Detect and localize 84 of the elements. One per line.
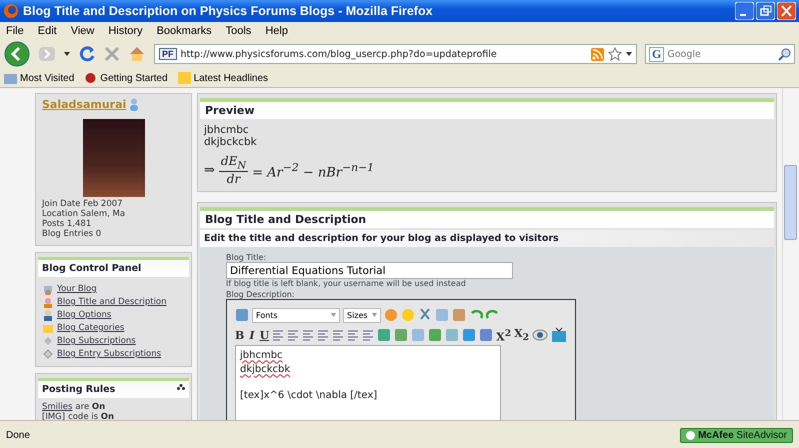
menu-item[interactable]: Tools — [226, 24, 252, 36]
caret-icon[interactable] — [64, 52, 70, 56]
format-button[interactable]: I — [247, 328, 257, 342]
bookmark-icon — [84, 72, 98, 84]
panel-header: Preview — [200, 98, 774, 119]
home-icon[interactable] — [128, 45, 146, 63]
format-button[interactable]: U — [260, 328, 270, 342]
editor-text-area[interactable]: jbhcmbc dkjbckcbk [tex]x^6 \cdot \nabla [/tex] — [235, 345, 501, 420]
scrollbar[interactable] — [782, 88, 799, 420]
bookmark-link[interactable]: Latest Headlines — [194, 72, 268, 84]
panel-subtitle: Edit the title and description for your blog as displayed to visitors — [200, 230, 774, 248]
profile-stat: Posts 1,481 — [41, 219, 92, 229]
restore-icon[interactable] — [756, 2, 775, 20]
rule-link[interactable]: [IMG] — [42, 412, 66, 420]
rule-link[interactable]: Smilies — [42, 402, 72, 412]
field-label: Blog Description: — [226, 290, 296, 300]
caret-icon — [372, 313, 377, 318]
control-panel-link[interactable]: Blog Options — [57, 310, 112, 320]
url-text: http://www.physicsforums.com/blog_usercp.php?do=updateprofile — [180, 48, 498, 60]
status-text: Done — [6, 430, 30, 440]
forward-icon[interactable] — [38, 45, 56, 63]
siteadvisor-badge[interactable]: McAfee SiteAdvisor — [680, 428, 793, 442]
panel-header: Blog Title and Description — [200, 207, 774, 228]
menu-item[interactable]: View — [70, 24, 94, 36]
rule-text: are On — [75, 402, 106, 412]
site-favicon: PF — [159, 48, 177, 60]
menu-item[interactable]: Bookmarks — [156, 24, 212, 36]
stop-icon[interactable] — [104, 46, 120, 62]
profile-stat: Blog Entries 0 — [41, 229, 102, 239]
menu-item[interactable]: Edit — [38, 24, 57, 36]
bookmark-link[interactable]: Most Visited — [20, 72, 74, 84]
color-picker-icon[interactable] — [384, 308, 398, 322]
control-panel-link[interactable]: Blog Entry Subscriptions — [57, 349, 162, 359]
eye-icon[interactable] — [532, 329, 548, 342]
format-button[interactable]: B — [235, 328, 244, 342]
control-panel-link[interactable]: Blog Title and Description — [57, 297, 167, 307]
star-icon[interactable] — [608, 47, 622, 61]
indent-icon[interactable] — [362, 329, 374, 342]
minimize-icon[interactable] — [735, 2, 754, 20]
bookmark-link[interactable]: Getting Started — [100, 72, 168, 84]
numbered-list-icon[interactable] — [317, 329, 330, 342]
align-center-icon[interactable] — [287, 329, 300, 342]
cut-icon[interactable] — [418, 308, 432, 322]
menu-item[interactable]: Help — [265, 24, 288, 36]
reload-icon[interactable] — [78, 45, 96, 63]
bullet-list-icon[interactable] — [332, 329, 344, 342]
preview-text: jbhcmbc — [204, 124, 250, 136]
caret-icon — [331, 313, 336, 318]
computer-user-icon — [42, 283, 54, 295]
size-select[interactable]: Sizes — [343, 308, 381, 323]
control-panel-link[interactable]: Blog Categories — [57, 323, 124, 333]
rule-text: code is On — [68, 412, 114, 420]
control-panel-link[interactable]: Blog Subscriptions — [57, 336, 136, 346]
script-button[interactable]: X$^{2}$ — [496, 328, 512, 344]
search-icon[interactable] — [778, 48, 791, 60]
profile-stat: Join Date Feb 2007 — [40, 199, 124, 209]
collapse-icon[interactable] — [177, 384, 185, 390]
panel-header: Posting Rules — [42, 384, 116, 395]
address-field[interactable]: PF http://www.physicsforums.com/blog_usercp.php?do=updateprofile — [154, 44, 637, 64]
tv-icon[interactable] — [551, 327, 567, 344]
user-icon — [42, 309, 54, 321]
menu-item[interactable]: File — [6, 24, 24, 36]
search-bar[interactable]: G Google — [645, 44, 795, 64]
back-icon[interactable] — [4, 41, 30, 67]
caret-icon[interactable] — [626, 52, 632, 56]
field-hint: If blog title is left blank, your username will be used instead — [226, 279, 467, 288]
blog-title-field[interactable]: Differential Equations Tutorial — [226, 262, 513, 280]
preview-text: dkjbckcbk — [204, 136, 258, 148]
profile-stat: Location Salem, Ma — [41, 209, 126, 219]
script-button[interactable]: X$_{2}$ — [514, 327, 529, 344]
panel-header: Blog Control Panel — [38, 257, 189, 277]
window-title: Blog Title and Description on Physics Forums Blogs - Mozilla Firefox — [23, 4, 434, 18]
font-select[interactable]: Fonts — [252, 308, 340, 323]
search-engine-button[interactable]: G — [649, 46, 664, 62]
align-right-icon[interactable] — [302, 329, 314, 342]
outdent-icon[interactable] — [347, 329, 360, 342]
firefox-icon — [3, 3, 19, 19]
menu-item[interactable]: History — [108, 24, 143, 36]
user-icon — [129, 98, 140, 111]
control-panel-link[interactable]: Your Blog — [57, 284, 97, 294]
close-icon[interactable] — [777, 2, 796, 20]
field-label: Blog Title: — [226, 253, 268, 262]
align-left-icon[interactable] — [272, 329, 284, 342]
user-edit-icon — [42, 296, 54, 308]
